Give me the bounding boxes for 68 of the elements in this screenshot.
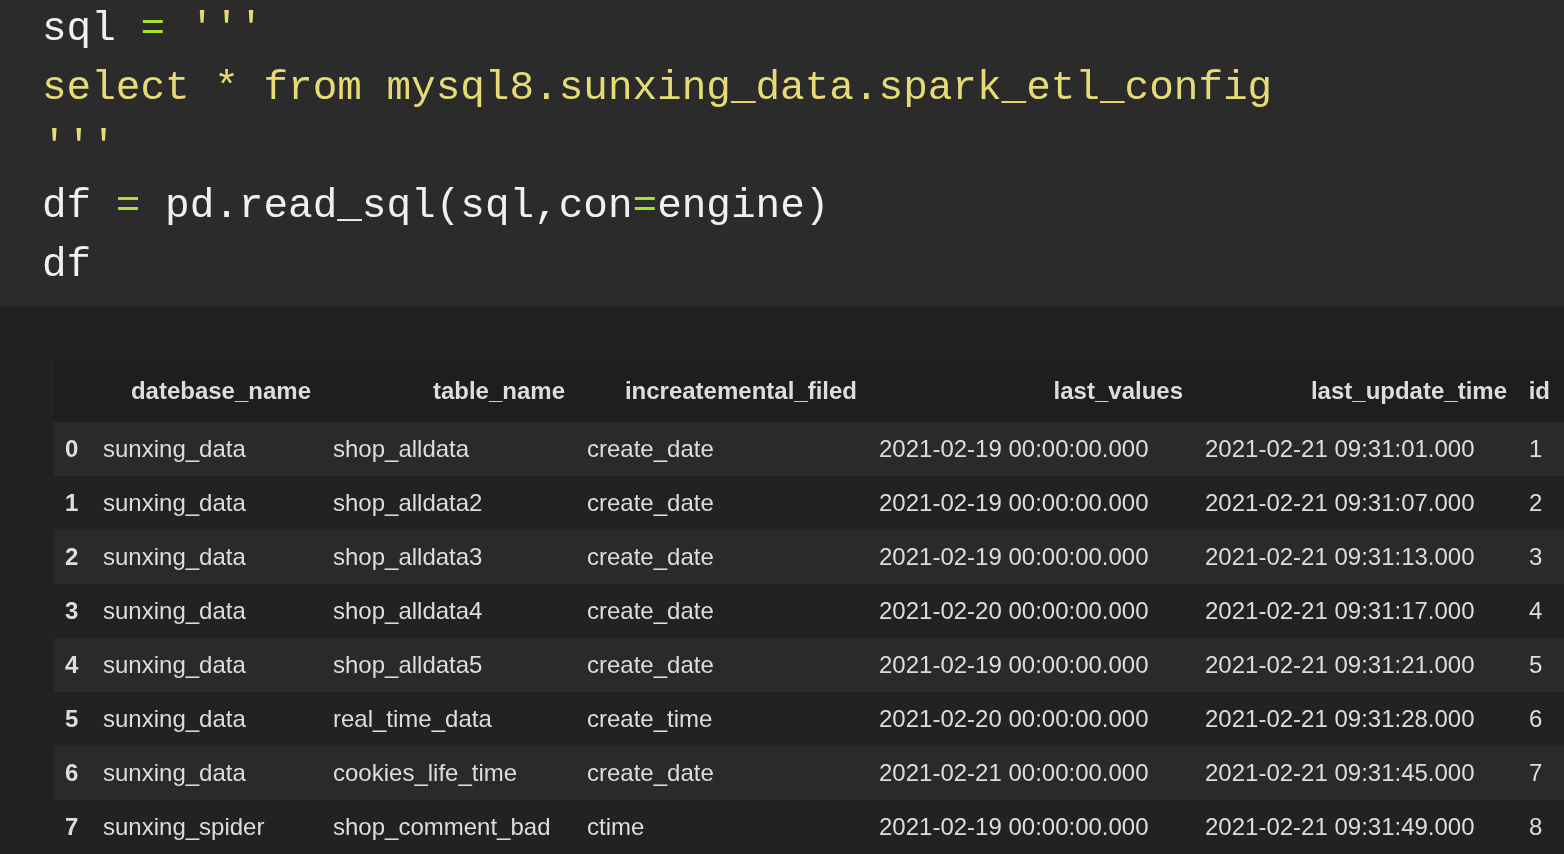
column-header: datebase_name	[129, 376, 312, 406]
table-cell-text: create_date	[586, 542, 715, 572]
table-cell-text: ctime	[586, 812, 646, 842]
table-cell-text: shop_alldata5	[332, 650, 484, 680]
table-cell-text: 2021-02-21 00:00:00.000	[878, 758, 1150, 788]
table-cell-text: sunxing_data	[102, 758, 247, 788]
table-cell-text: create_date	[586, 758, 715, 788]
code-line: '''	[42, 127, 116, 168]
code-cell[interactable]: sql = ''' select * from mysql8.sunxing_data.spark_etl_config ''' df = pd.read_sql(sql,con=engine) df	[0, 0, 1564, 306]
table-cell-text: 2	[1528, 488, 1544, 518]
table-cell-text: create_date	[586, 650, 715, 680]
table-cell-text: 6	[1528, 704, 1544, 734]
table-cell-text: create_date	[586, 596, 715, 626]
table-cell-text: 2021-02-21 09:31:49.000	[1204, 812, 1476, 842]
row-index: 3	[64, 596, 80, 626]
table-cell-text: 2021-02-21 09:31:17.000	[1204, 596, 1476, 626]
table-cell-text: shop_comment_bad	[332, 812, 552, 842]
code-line: sql = '''	[42, 9, 264, 50]
code-line: select * from mysql8.sunxing_data.spark_etl_config	[42, 68, 1273, 109]
table-cell-text: cookies_life_time	[332, 758, 519, 788]
table-cell-text: create_date	[586, 434, 715, 464]
row-index: 2	[64, 542, 80, 572]
table-cell-text: 2021-02-21 09:31:45.000	[1204, 758, 1476, 788]
table-cell-text: 2021-02-19 00:00:00.000	[878, 650, 1150, 680]
table-cell-text: 2021-02-21 09:31:21.000	[1204, 650, 1476, 680]
table-cell-text: 5	[1528, 650, 1544, 680]
row-index: 4	[64, 650, 80, 680]
table-cell-text: shop_alldata4	[332, 596, 484, 626]
table-cell-text: 2021-02-21 09:31:28.000	[1204, 704, 1476, 734]
table-cell-text: sunxing_data	[102, 488, 247, 518]
table-cell-text: 2021-02-21 09:31:13.000	[1204, 542, 1476, 572]
table-cell-text: 2021-02-19 00:00:00.000	[878, 488, 1150, 518]
code-line: df = pd.read_sql(sql,con=engine)	[42, 186, 830, 227]
row-index: 0	[64, 434, 80, 464]
table-cell-text: sunxing_data	[102, 434, 247, 464]
row-index: 1	[64, 488, 80, 518]
table-cell-text: sunxing_data	[102, 704, 247, 734]
table-cell-text: 7	[1528, 758, 1544, 788]
table-cell-text: 2021-02-21 09:31:01.000	[1204, 434, 1476, 464]
table-cell-text: real_time_data	[332, 704, 493, 734]
table-cell-text: sunxing_spider	[102, 812, 266, 842]
table-cell-text: sunxing_data	[102, 542, 247, 572]
column-header: table_name	[431, 376, 566, 406]
table-cell-text: 4	[1528, 596, 1544, 626]
table-cell-text: 2021-02-19 00:00:00.000	[878, 542, 1150, 572]
table-cell-text: 2021-02-20 00:00:00.000	[878, 704, 1150, 734]
row-index: 5	[64, 704, 80, 734]
column-header: id	[1527, 376, 1551, 406]
code-line: df	[42, 245, 92, 286]
column-header: last_update_time	[1309, 376, 1508, 406]
table-cell-text: 2021-02-19 00:00:00.000	[878, 812, 1150, 842]
table-cell-text: create_time	[586, 704, 714, 734]
table-cell-text: sunxing_data	[102, 650, 247, 680]
table-cell-text: 2021-02-19 00:00:00.000	[878, 434, 1150, 464]
table-cell-text: 8	[1528, 812, 1544, 842]
column-header: increatemental_filed	[623, 376, 858, 406]
table-cell-text: shop_alldata	[332, 434, 471, 464]
table-cell-text: 3	[1528, 542, 1544, 572]
table-cell-text: shop_alldata3	[332, 542, 484, 572]
table-cell-text: shop_alldata2	[332, 488, 484, 518]
table-cell-text: 1	[1528, 434, 1544, 464]
column-header: last_values	[1052, 376, 1184, 406]
table-cell-text: 2021-02-21 09:31:07.000	[1204, 488, 1476, 518]
row-index: 7	[64, 812, 80, 842]
table-cell-text: sunxing_data	[102, 596, 247, 626]
table-cell-text: create_date	[586, 488, 715, 518]
table-cell-text: 2021-02-20 00:00:00.000	[878, 596, 1150, 626]
row-index: 6	[64, 758, 80, 788]
